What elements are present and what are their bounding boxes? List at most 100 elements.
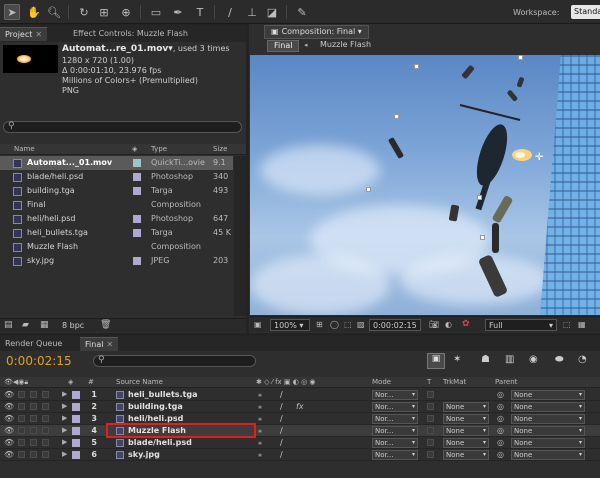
quality-switch-icon[interactable]: ∕: [280, 402, 283, 411]
solo-toggle[interactable]: [30, 427, 37, 434]
visibility-eye-icon[interactable]: 👁︎: [4, 450, 14, 459]
visibility-eye-icon[interactable]: 👁︎: [4, 390, 14, 399]
close-icon[interactable]: ✕: [106, 340, 113, 349]
expand-triangle-icon[interactable]: ▶: [62, 414, 67, 422]
anchor-point-icon[interactable]: ✛: [535, 152, 543, 163]
layer-handle[interactable]: [366, 187, 371, 192]
timeline-layer-row[interactable]: 👁︎ ▶ 3 heli/heli.psd ⁎ ∕ Nor... ▾ None ▾ ◎ None ▾: [0, 413, 600, 425]
label-color-swatch[interactable]: [72, 391, 80, 399]
visibility-eye-icon[interactable]: 👁︎: [4, 438, 14, 447]
audio-toggle[interactable]: [18, 427, 25, 434]
hand-tool-icon[interactable]: ✋: [26, 4, 42, 20]
expand-triangle-icon[interactable]: ▶: [62, 438, 67, 446]
timeline-layer-row[interactable]: 👁︎ ▶ 6 sky.jpg ⁎ ∕ Nor... ▾ None ▾ ◎ None ▾: [0, 449, 600, 461]
shy-switch-icon[interactable]: ⁎: [258, 414, 262, 423]
column-source-name[interactable]: Source Name: [116, 378, 163, 386]
expand-triangle-icon[interactable]: ▶: [62, 426, 67, 434]
layer-name[interactable]: sky.jpg: [128, 450, 160, 459]
rectangle-tool-icon[interactable]: ▭: [148, 4, 164, 20]
project-item[interactable]: Muzzle Flash Composition: [0, 240, 233, 254]
project-item[interactable]: building.tga Targa 493: [0, 184, 233, 198]
always-preview-icon[interactable]: ▣: [254, 320, 262, 329]
project-item[interactable]: heli_bullets.tga Targa 45 K: [0, 226, 233, 240]
comp-mini-flowchart-icon[interactable]: ▣: [427, 353, 445, 369]
lock-toggle[interactable]: [42, 403, 49, 410]
audio-toggle[interactable]: [18, 403, 25, 410]
column-preserve-transparency[interactable]: T: [427, 378, 431, 386]
preserve-transparency-toggle[interactable]: [427, 403, 434, 410]
quality-switch-icon[interactable]: ∕: [280, 414, 283, 423]
track-matte-select[interactable]: None ▾: [443, 438, 489, 448]
visibility-eye-icon[interactable]: 👁︎: [4, 414, 14, 423]
quality-switch-icon[interactable]: ∕: [280, 390, 283, 399]
shy-switch-icon[interactable]: ⁎: [258, 450, 262, 459]
selected-footage-name[interactable]: Automat...re_01.mov▾: [62, 44, 173, 54]
timeline-current-time[interactable]: 0:00:02:15: [6, 354, 72, 368]
breadcrumb-final[interactable]: Final: [267, 40, 300, 52]
solo-toggle[interactable]: [30, 439, 37, 446]
solo-toggle[interactable]: [30, 403, 37, 410]
project-search-input[interactable]: ⚲: [3, 121, 242, 133]
blend-mode-select[interactable]: Nor... ▾: [372, 402, 418, 412]
region-of-interest-icon[interactable]: ⬚: [344, 320, 352, 329]
timeline-search-input[interactable]: ⚲: [93, 355, 256, 367]
motion-blur-icon[interactable]: ◉: [529, 354, 538, 365]
shy-switch-icon[interactable]: ⁎: [258, 426, 262, 435]
blend-mode-select[interactable]: Nor... ▾: [372, 414, 418, 424]
parent-select[interactable]: None ▾: [511, 390, 585, 400]
workspace-select[interactable]: Standard: [571, 5, 600, 19]
interpret-footage-icon[interactable]: ▤: [4, 320, 13, 330]
project-item[interactable]: Automat..._01.mov QuickTi...ovie 9.1: [0, 156, 233, 170]
expand-triangle-icon[interactable]: ▶: [62, 402, 67, 410]
live-update-icon[interactable]: ◔: [578, 354, 587, 365]
camera-tool-icon[interactable]: ⊞: [96, 4, 112, 20]
layer-name[interactable]: heli/heli.psd: [128, 414, 183, 423]
parent-select[interactable]: None ▾: [511, 426, 585, 436]
rotation-tool-icon[interactable]: ↻: [76, 4, 92, 20]
track-matte-select[interactable]: None ▾: [443, 426, 489, 436]
label-color-swatch[interactable]: [72, 439, 80, 447]
parent-select[interactable]: None ▾: [511, 438, 585, 448]
expand-triangle-icon[interactable]: ▶: [62, 450, 67, 458]
pen-tool-icon[interactable]: ✒: [170, 4, 186, 20]
layer-handle[interactable]: [394, 114, 399, 119]
blend-mode-select[interactable]: Nor... ▾: [372, 438, 418, 448]
visibility-eye-icon[interactable]: 👁︎: [4, 402, 14, 411]
tab-render-queue[interactable]: Render Queue: [0, 337, 67, 351]
label-color-swatch[interactable]: [72, 403, 80, 411]
pick-whip-icon[interactable]: ◎: [497, 414, 504, 423]
timeline-layer-row[interactable]: 👁︎ ▶ 2 building.tga ⁎ ∕ fx Nor... ▾ None ▾ ◎ None ▾: [0, 401, 600, 413]
solo-toggle[interactable]: [30, 391, 37, 398]
resolution-select[interactable]: Full ▾: [485, 319, 557, 331]
bit-depth-button[interactable]: 8 bpc: [62, 321, 84, 330]
label-color-swatch[interactable]: [133, 159, 141, 167]
layer-name[interactable]: heli_bullets.tga: [128, 390, 198, 399]
solo-toggle[interactable]: [30, 415, 37, 422]
transparency-toggle-icon[interactable]: ▦: [578, 320, 586, 329]
eraser-tool-icon[interactable]: ◪: [264, 4, 280, 20]
clone-stamp-tool-icon[interactable]: ⊥: [244, 4, 260, 20]
tab-project[interactable]: Project ✕: [0, 27, 48, 41]
label-color-swatch[interactable]: [133, 215, 141, 223]
column-layer-number[interactable]: #: [88, 378, 94, 386]
layer-handle[interactable]: [480, 235, 485, 240]
column-type[interactable]: Type: [151, 145, 167, 153]
magnification-select[interactable]: 100% ▾: [270, 319, 310, 331]
layer-handle[interactable]: [518, 55, 523, 60]
mask-visibility-icon[interactable]: ◯: [330, 320, 339, 329]
parent-select[interactable]: None ▾: [511, 414, 585, 424]
pick-whip-icon[interactable]: ◎: [497, 402, 504, 411]
shy-switch-icon[interactable]: ⁎: [258, 390, 262, 399]
preserve-transparency-toggle[interactable]: [427, 415, 434, 422]
pick-whip-icon[interactable]: ◎: [497, 450, 504, 459]
lock-toggle[interactable]: [42, 439, 49, 446]
audio-toggle[interactable]: [18, 439, 25, 446]
lock-toggle[interactable]: [42, 427, 49, 434]
project-item[interactable]: blade/heli.psd Photoshop 340: [0, 170, 233, 184]
type-tool-icon[interactable]: T: [192, 4, 208, 20]
transparency-grid-icon[interactable]: ▨: [357, 320, 365, 329]
label-color-swatch[interactable]: [133, 229, 141, 237]
tab-composition-final[interactable]: ▣ Composition: Final ▾: [264, 25, 369, 39]
label-column-icon[interactable]: ◈: [132, 145, 137, 153]
track-matte-select[interactable]: None ▾: [443, 402, 489, 412]
